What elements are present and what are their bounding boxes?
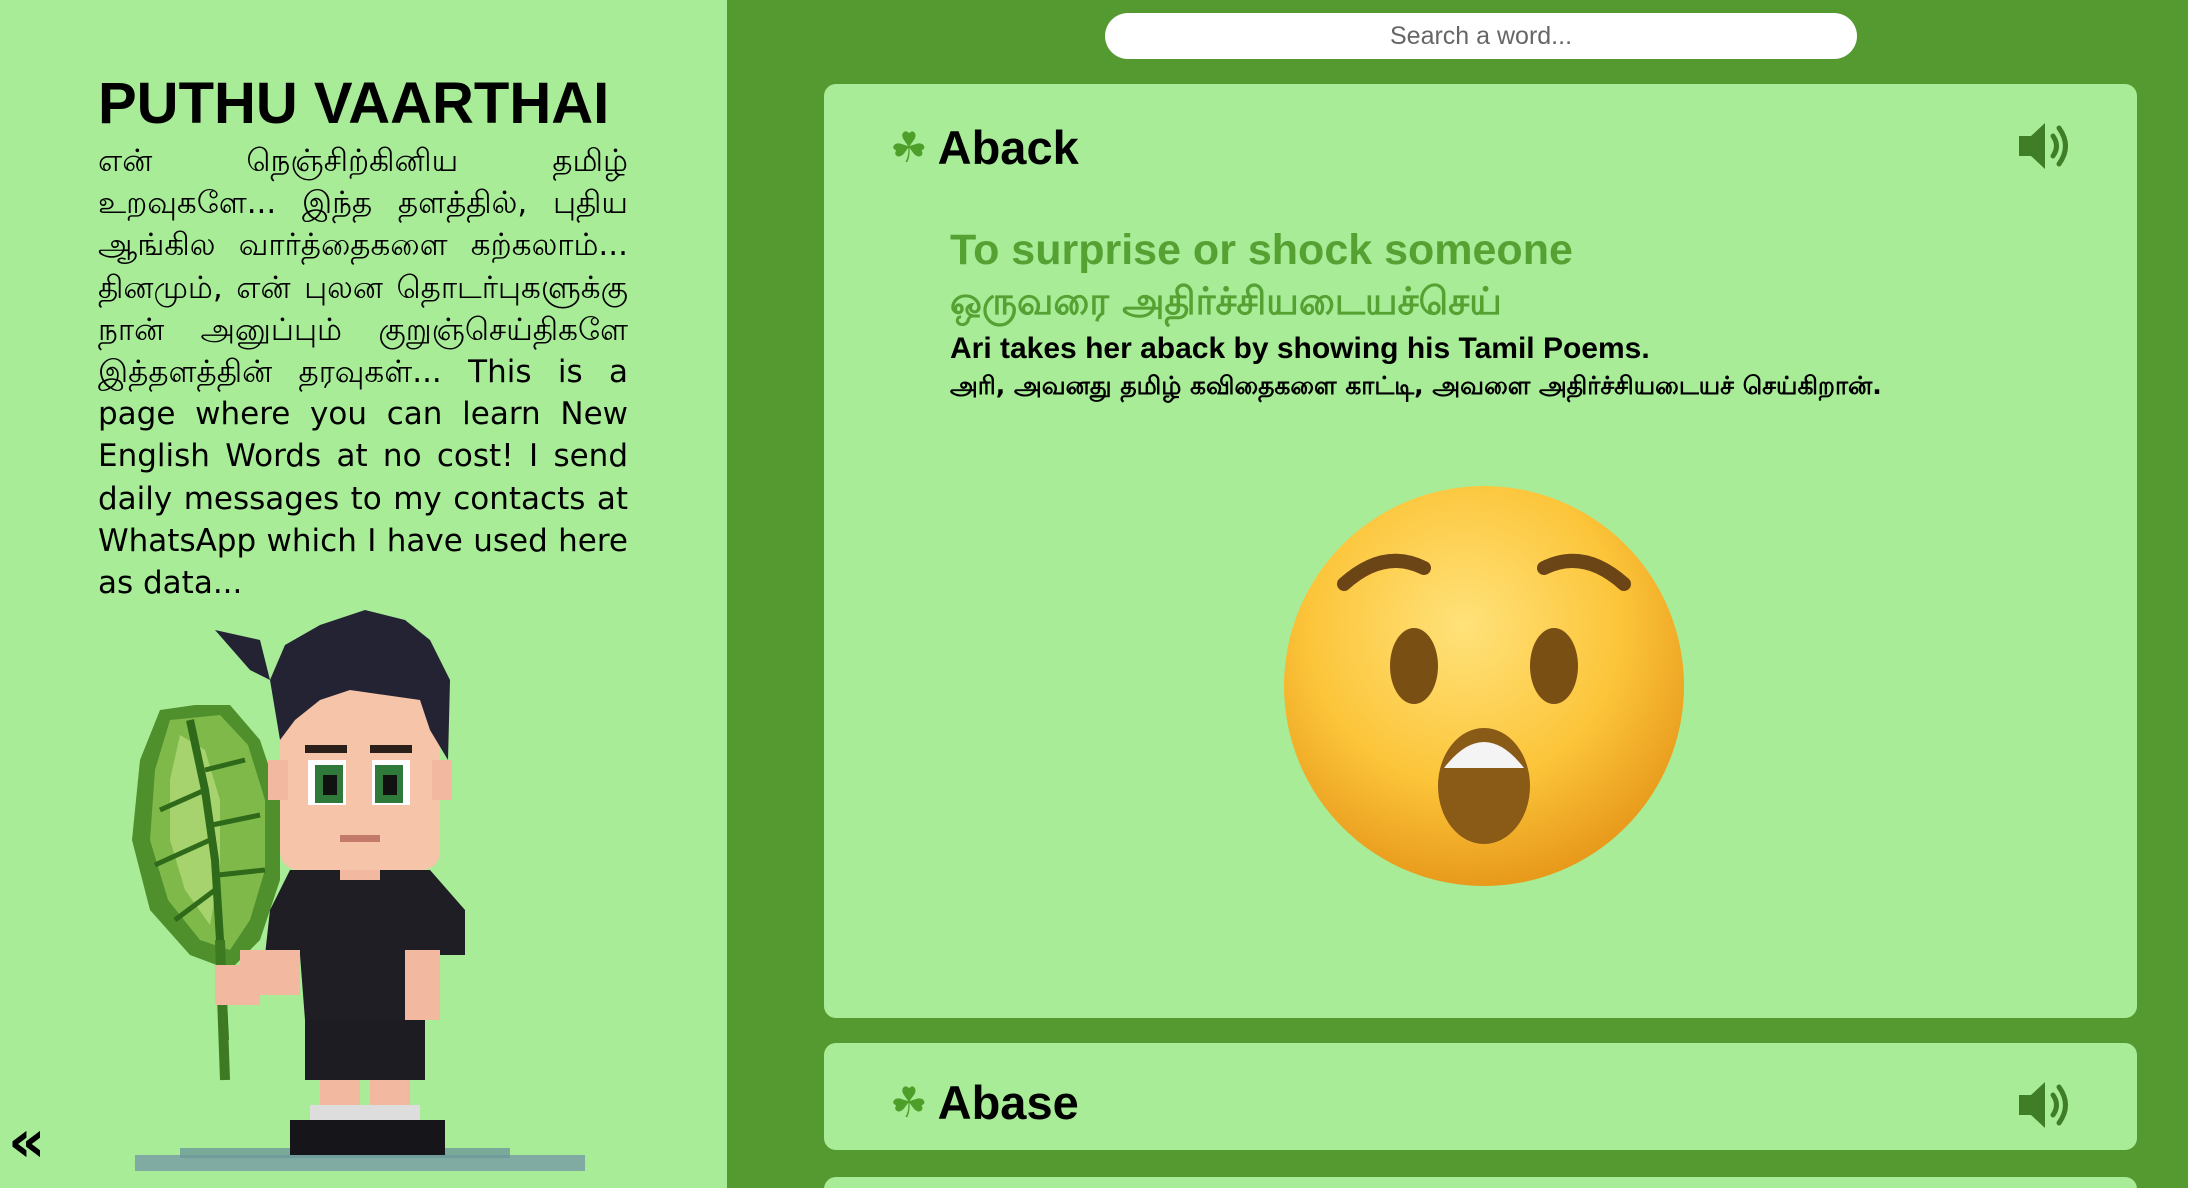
search-input[interactable]: [1105, 13, 1857, 59]
card-header: ☘ Abase: [890, 1075, 1079, 1130]
example-english: Ari takes her aback by showing his Tamil…: [950, 332, 1650, 365]
collapse-sidebar-button[interactable]: «: [8, 1112, 45, 1170]
meaning-english: To surprise or shock someone: [950, 226, 1573, 274]
shamrock-icon: ☘: [890, 122, 928, 172]
shamrock-icon: ☘: [890, 1077, 928, 1127]
site-title: PUTHU VAARTHAI: [98, 71, 610, 136]
word-card-aback[interactable]: ☘ Aback To surprise or shock someone ஒரு…: [824, 84, 2137, 1018]
word-card-abase[interactable]: ☘ Abase: [824, 1043, 2137, 1150]
astonished-face-emoji: [1284, 486, 1684, 886]
meaning-tamil: ஒருவரை அதிர்ச்சியடையச்செய்: [950, 279, 1502, 323]
card-header: ☘ Aback: [890, 120, 1079, 175]
example-tamil: அரி, அவனது தமிழ் கவிதைகளை காட்டி, அவளை அ…: [950, 371, 1882, 400]
sidebar: PUTHU VAARTHAI என் நெஞ்சிற்கினிய தமிழ் உ…: [0, 0, 727, 1188]
mascot-illustration: [132, 610, 585, 1171]
word-title: Aback: [937, 121, 1079, 174]
intro-text: என் நெஞ்சிற்கினிய தமிழ் உறவுகளே... இந்த …: [98, 143, 628, 602]
word-title: Abase: [937, 1076, 1079, 1129]
speaker-icon[interactable]: [2013, 114, 2077, 178]
word-card-next[interactable]: [824, 1177, 2137, 1188]
speaker-icon[interactable]: [2013, 1073, 2077, 1137]
